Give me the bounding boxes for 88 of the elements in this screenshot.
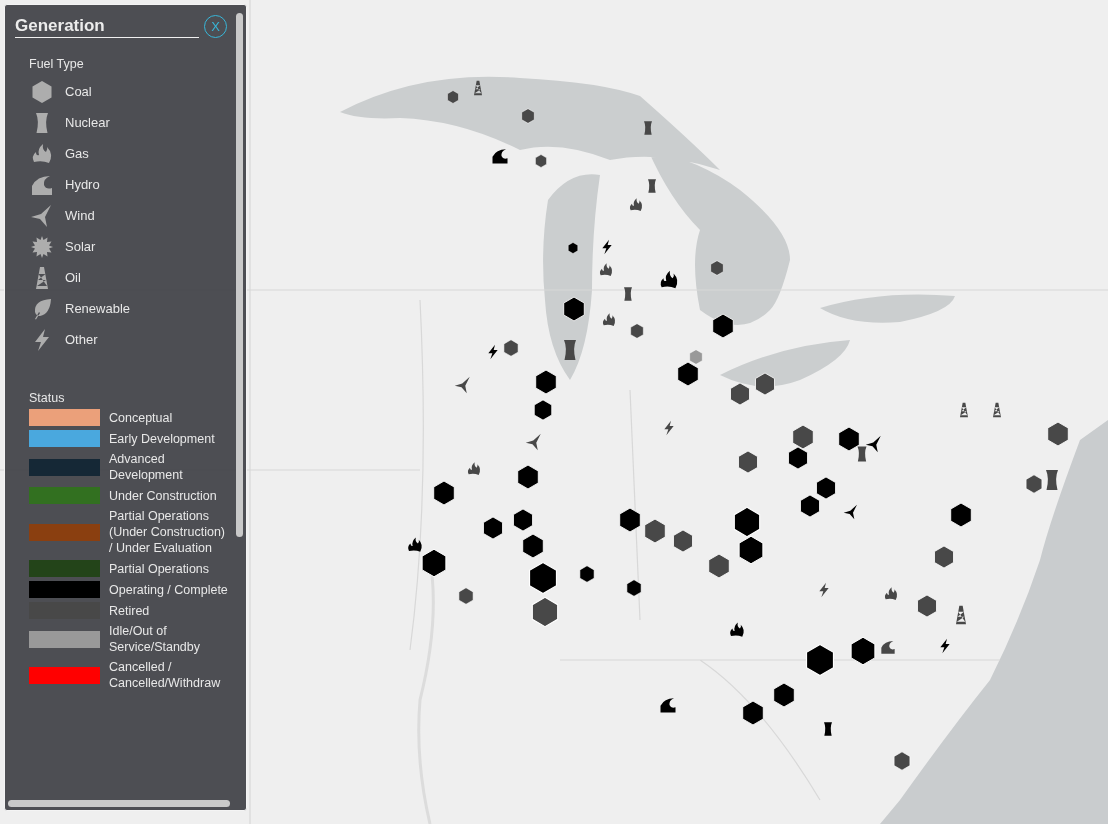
- hexagon-icon[interactable]: [1045, 421, 1071, 447]
- flame-icon[interactable]: [598, 262, 614, 278]
- hexagon-icon[interactable]: [515, 464, 541, 490]
- flame-icon[interactable]: [601, 312, 617, 328]
- hexagon-icon[interactable]: [932, 545, 956, 569]
- hexagon-icon[interactable]: [786, 446, 810, 470]
- sun-icon: [29, 234, 55, 259]
- status-label: Under Construction: [109, 487, 218, 504]
- hexagon-icon[interactable]: [710, 313, 736, 339]
- hexagon-icon[interactable]: [771, 682, 797, 708]
- fuel-type-label: Renewable: [65, 301, 131, 316]
- hexagon-icon[interactable]: [836, 426, 862, 452]
- horizontal-scrollbar[interactable]: [8, 800, 230, 807]
- hexagon-icon[interactable]: [561, 296, 587, 322]
- status-label: Cancelled / Cancelled/Withdraw: [109, 659, 222, 691]
- hexagon-icon[interactable]: [532, 399, 554, 421]
- fuel-type-label: Hydro: [65, 177, 100, 192]
- hexagon-icon[interactable]: [481, 516, 505, 540]
- vertical-scrollbar[interactable]: [236, 13, 243, 537]
- flame-icon[interactable]: [658, 269, 680, 291]
- hexagon-icon[interactable]: [675, 361, 701, 387]
- hexagon-icon[interactable]: [709, 260, 725, 276]
- status-label: Advanced Development: [109, 451, 184, 483]
- section-heading: Status: [29, 391, 66, 405]
- hexagon-icon[interactable]: [736, 535, 766, 565]
- fuel-type-label: Wind: [65, 208, 95, 223]
- hexagon-icon[interactable]: [529, 596, 561, 628]
- hexagon-icon[interactable]: [526, 561, 560, 595]
- hexagon-icon[interactable]: [892, 751, 912, 771]
- fuel-type-label: Gas: [65, 146, 89, 161]
- flame-icon[interactable]: [466, 461, 482, 477]
- fuel-type-label: Nuclear: [65, 115, 110, 130]
- hexagon-icon[interactable]: [731, 506, 763, 538]
- status-label: Partial Operations: [109, 560, 211, 577]
- wind-turbine-icon[interactable]: [865, 435, 883, 453]
- hexagon-icon[interactable]: [848, 636, 878, 666]
- hexagon-icon[interactable]: [740, 700, 766, 726]
- hexagon-icon[interactable]: [753, 372, 777, 396]
- legend-title: Generation: [15, 15, 199, 38]
- hexagon-icon[interactable]: [567, 242, 579, 254]
- wind-turbine-icon[interactable]: [454, 376, 472, 394]
- hexagon-icon[interactable]: [798, 494, 822, 518]
- flame-icon[interactable]: [883, 586, 899, 602]
- wave-icon[interactable]: [491, 147, 509, 165]
- hexagon-icon[interactable]: [578, 565, 596, 583]
- hexagon-icon[interactable]: [502, 339, 520, 357]
- hexagon-icon[interactable]: [533, 369, 559, 395]
- hexagon-icon[interactable]: [915, 594, 939, 618]
- status-label: Conceptual: [109, 409, 174, 426]
- section-heading: Fuel Type: [29, 57, 85, 71]
- hexagon-icon[interactable]: [803, 643, 837, 677]
- hexagon-icon[interactable]: [534, 154, 548, 168]
- hexagon-icon[interactable]: [671, 529, 695, 553]
- hexagon-icon: [29, 79, 55, 104]
- hexagon-icon[interactable]: [728, 382, 752, 406]
- wave-icon[interactable]: [659, 696, 677, 714]
- status-label: Operating / Complete: [109, 581, 229, 598]
- fuel-type-label: Oil: [65, 270, 81, 285]
- hexagon-icon[interactable]: [617, 507, 643, 533]
- status-label: Early Development: [109, 430, 216, 447]
- hexagon-icon[interactable]: [511, 508, 535, 532]
- status-label: Idle/Out of Service/Standby: [109, 623, 202, 655]
- hexagon-icon[interactable]: [814, 476, 838, 500]
- hexagon-icon[interactable]: [419, 548, 449, 578]
- hexagon-icon[interactable]: [625, 579, 643, 597]
- hexagon-icon[interactable]: [520, 533, 546, 559]
- flame-icon[interactable]: [728, 621, 746, 639]
- hexagon-icon[interactable]: [736, 450, 760, 474]
- flame-icon[interactable]: [628, 197, 644, 213]
- hexagon-icon[interactable]: [457, 587, 475, 605]
- hexagon-icon[interactable]: [948, 502, 974, 528]
- hexagon-icon[interactable]: [446, 90, 460, 104]
- flame-icon[interactable]: [406, 536, 424, 554]
- wave-icon[interactable]: [880, 639, 896, 655]
- hexagon-icon[interactable]: [790, 424, 816, 450]
- fuel-type-label: Coal: [65, 84, 92, 99]
- hexagon-icon[interactable]: [706, 553, 732, 579]
- hexagon-icon[interactable]: [431, 480, 457, 506]
- status-label: Partial Operations (Under Construction) / Under Evaluation: [109, 508, 226, 556]
- fuel-type-label: Solar: [65, 239, 96, 254]
- hexagon-icon[interactable]: [629, 323, 645, 339]
- hexagon-icon[interactable]: [520, 108, 536, 124]
- wind-turbine-icon[interactable]: [843, 504, 859, 520]
- hexagon-icon[interactable]: [642, 518, 668, 544]
- hexagon-icon[interactable]: [1024, 474, 1044, 494]
- status-label: Retired: [109, 602, 151, 619]
- wind-turbine-icon[interactable]: [525, 433, 543, 451]
- fuel-type-label: Other: [65, 332, 98, 347]
